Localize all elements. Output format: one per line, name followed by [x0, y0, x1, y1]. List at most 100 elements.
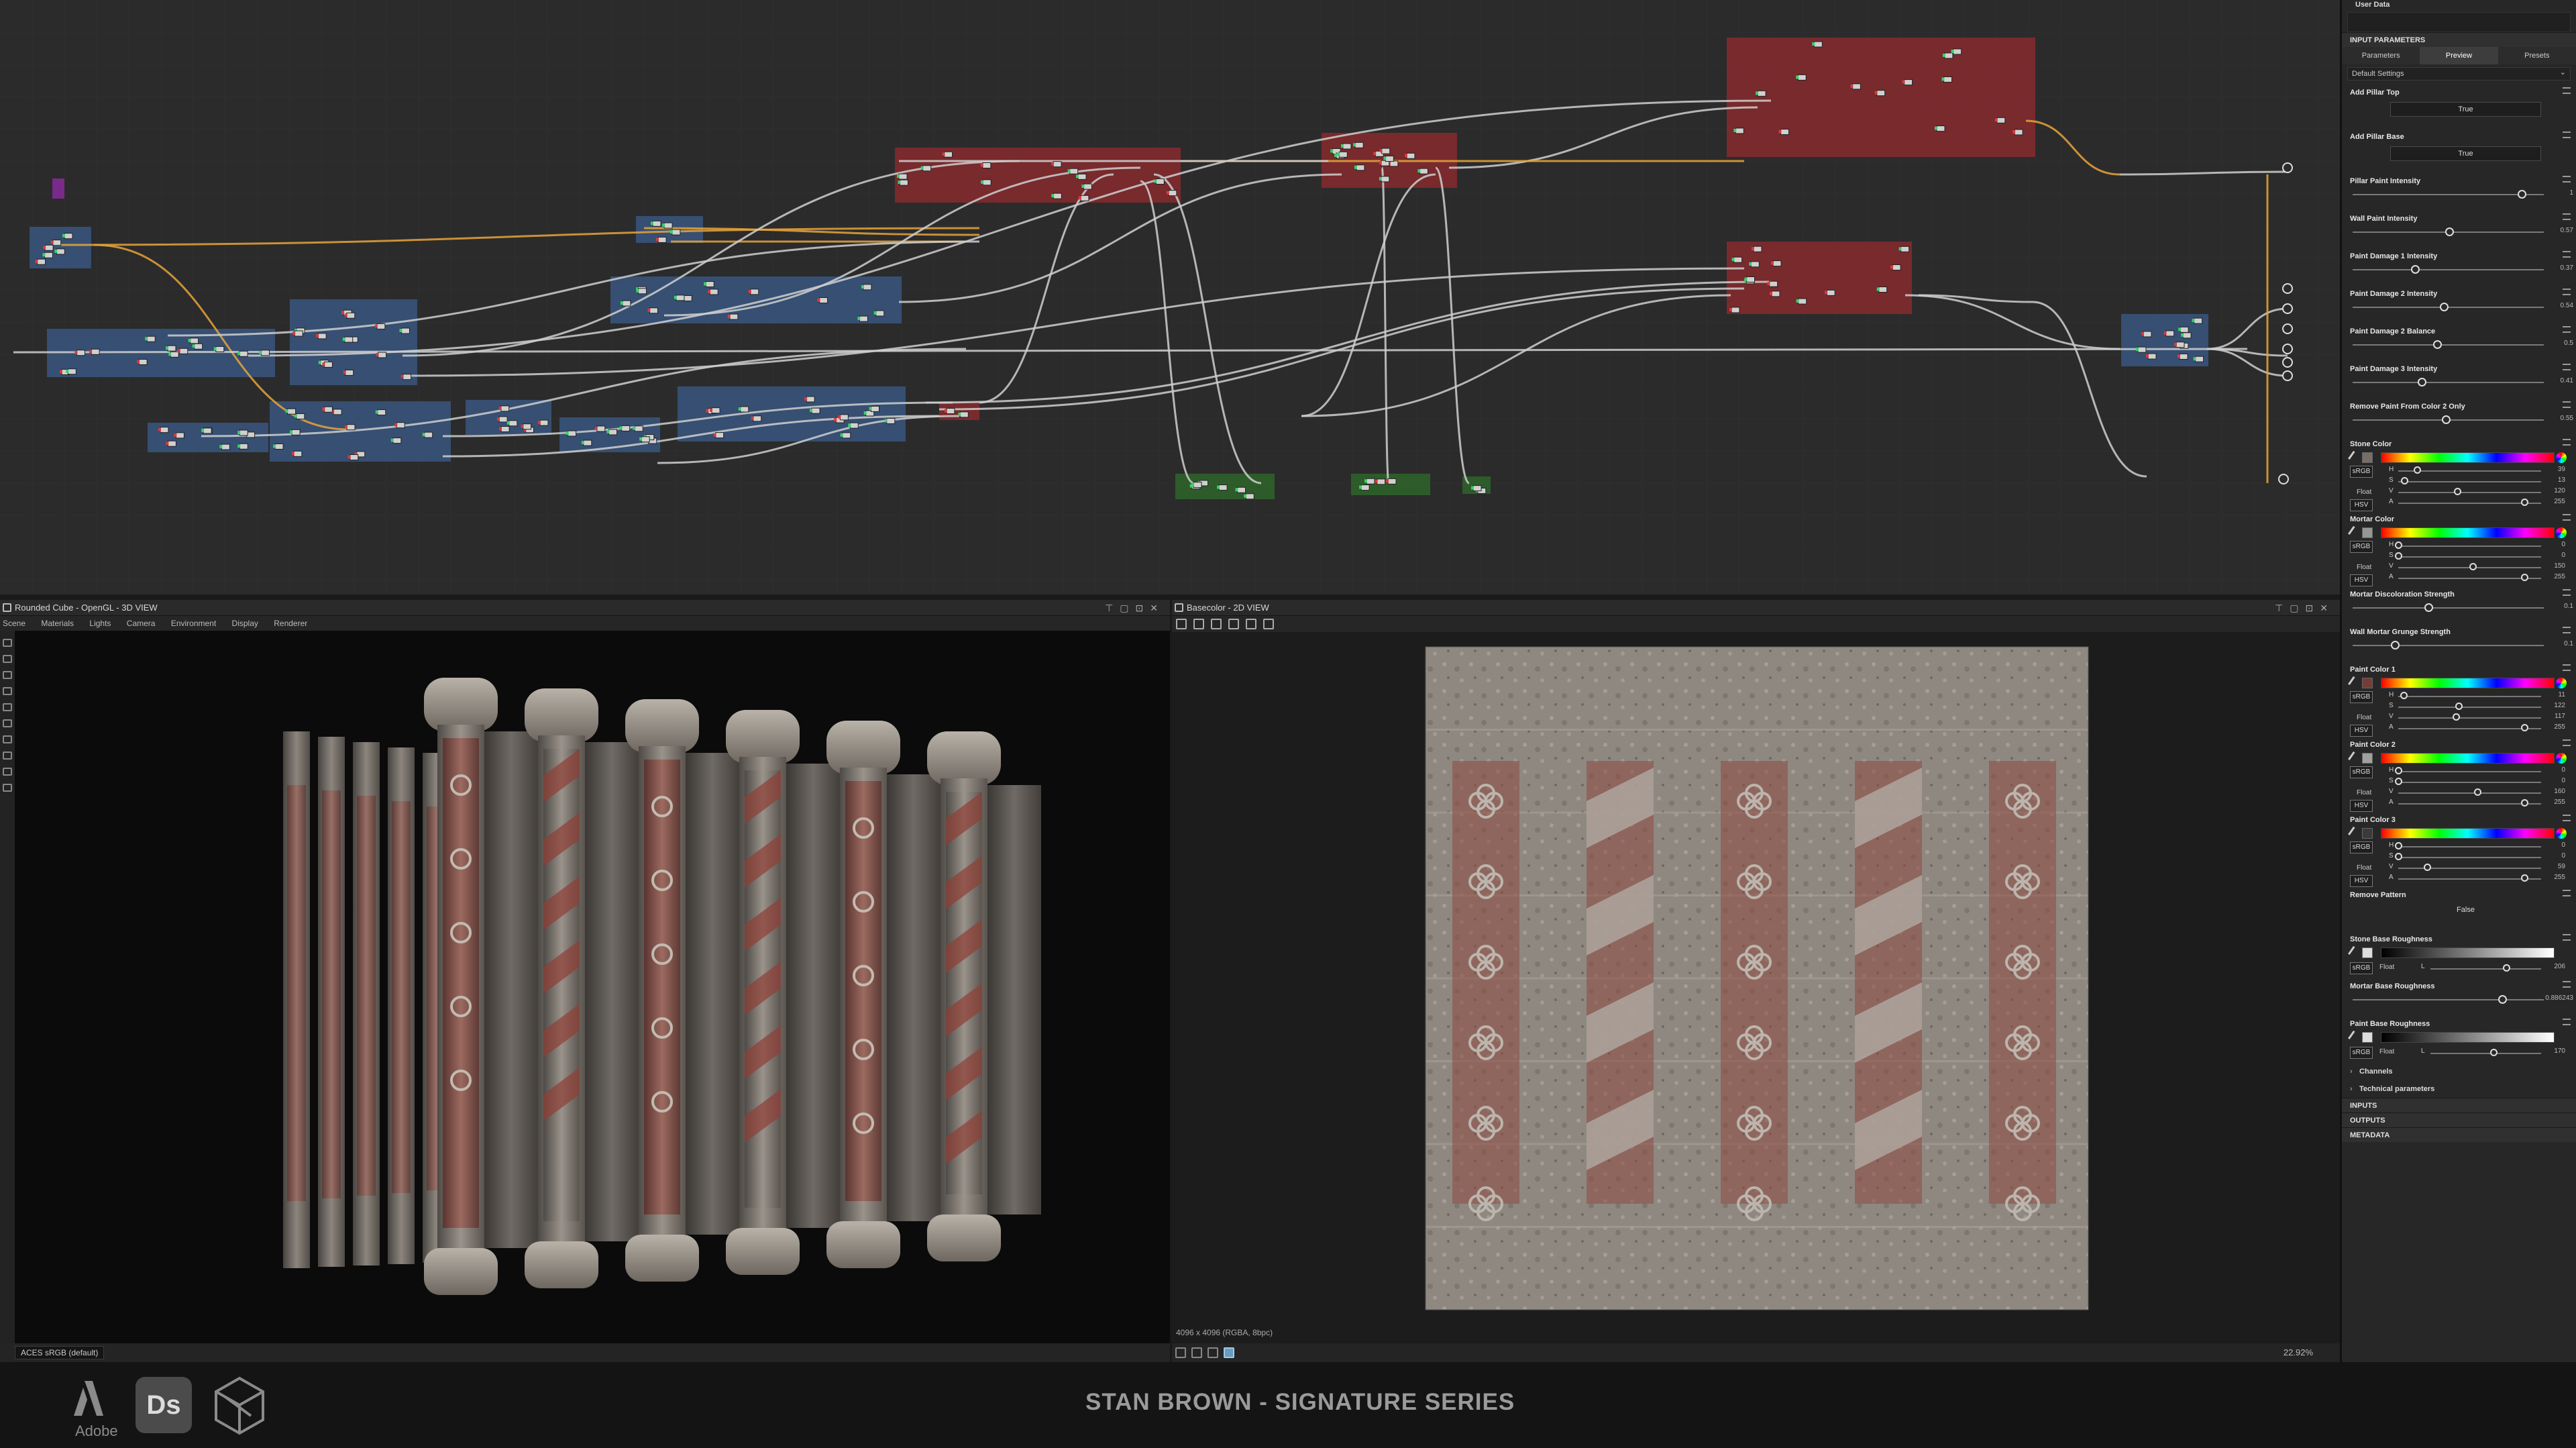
graph-node[interactable] [1943, 76, 1952, 83]
graph-node[interactable] [2176, 342, 2185, 348]
graph-node[interactable] [1780, 129, 1789, 136]
node-port[interactable] [606, 429, 610, 433]
2d-view-window-buttons[interactable]: ⊤▢⊡✕ [2275, 600, 2334, 616]
graph-node[interactable] [1851, 83, 1861, 90]
graph-node[interactable] [52, 240, 62, 246]
group-channels[interactable]: Channels [2342, 1063, 2576, 1080]
srgb-mode-button[interactable]: sRGB [2350, 962, 2373, 974]
graph-node[interactable] [160, 427, 169, 433]
menu-materials[interactable]: Materials [41, 619, 74, 628]
param-menu-icon[interactable] [2563, 981, 2571, 988]
node-port[interactable] [42, 253, 46, 257]
graph-node[interactable] [1053, 193, 1062, 199]
node-graph[interactable] [0, 0, 2340, 594]
graph-node[interactable] [1069, 168, 1079, 174]
node-port[interactable] [394, 423, 398, 427]
graph-node[interactable] [215, 346, 225, 352]
node-port[interactable] [1771, 261, 1774, 265]
graph-node[interactable] [1381, 176, 1390, 183]
input-parameters-header[interactable]: INPUT PARAMETERS [2342, 32, 2576, 47]
graph-node[interactable] [36, 258, 46, 265]
color-wheel-icon[interactable] [2556, 527, 2567, 538]
paint-damage-2-balance-slider[interactable] [2350, 338, 2544, 352]
graph-node[interactable] [67, 368, 76, 375]
graph-node[interactable] [875, 310, 885, 317]
light-tool-icon[interactable] [3, 655, 12, 663]
node-port[interactable] [497, 417, 500, 421]
add-pillar-top-toggle[interactable]: True [2390, 102, 2541, 117]
graph-node[interactable] [323, 406, 333, 413]
output-node[interactable] [2282, 283, 2293, 294]
channel-slider-track[interactable] [2398, 503, 2541, 504]
graph-node[interactable] [523, 423, 532, 430]
node-port[interactable] [1825, 291, 1828, 295]
node-port[interactable] [594, 426, 598, 430]
node-port[interactable] [1769, 291, 1772, 295]
graph-node[interactable] [346, 424, 356, 431]
node-port[interactable] [1337, 152, 1340, 156]
eyedropper-icon[interactable] [2348, 1030, 2360, 1043]
node-port[interactable] [1081, 185, 1085, 189]
node-port[interactable] [1874, 91, 1878, 95]
color-wheel-icon[interactable] [2556, 753, 2567, 764]
menu-environment[interactable]: Environment [171, 619, 216, 628]
node-port[interactable] [817, 298, 820, 302]
graph-node[interactable] [740, 406, 749, 413]
graph-node[interactable] [2165, 330, 2175, 337]
eyedropper-icon[interactable] [2348, 751, 2360, 764]
node-port[interactable] [1379, 149, 1383, 153]
graph-node[interactable] [508, 420, 518, 427]
node-port[interactable] [656, 238, 659, 242]
param-menu-icon[interactable] [2563, 627, 2571, 633]
graph-node[interactable] [2195, 356, 2204, 362]
node-port[interactable] [237, 431, 241, 435]
channel-slider-track[interactable] [2398, 492, 2541, 493]
node-port[interactable] [273, 444, 276, 448]
node-port[interactable] [322, 362, 325, 366]
color-swatch[interactable] [2362, 678, 2373, 688]
node-port[interactable] [537, 421, 541, 425]
node-port[interactable] [751, 416, 754, 420]
graph-node[interactable] [715, 432, 724, 439]
node-port[interactable] [633, 426, 636, 430]
channel-slider-knob[interactable] [2521, 874, 2528, 882]
graph-node[interactable] [1385, 156, 1394, 162]
node-port[interactable] [192, 344, 195, 348]
node-port[interactable] [347, 455, 351, 459]
node-port[interactable] [639, 437, 643, 441]
graph-node[interactable] [296, 413, 305, 420]
graph-node[interactable] [709, 289, 718, 295]
node-port[interactable] [619, 426, 623, 430]
graph-node[interactable] [76, 350, 85, 356]
node-port[interactable] [884, 419, 888, 423]
graph-node[interactable] [1366, 478, 1375, 484]
graph-node[interactable] [1731, 307, 1740, 313]
graph-node[interactable] [944, 151, 953, 158]
node-port[interactable] [651, 221, 654, 225]
channel-slider-knob[interactable] [2453, 713, 2461, 721]
node-port[interactable] [1244, 494, 1247, 498]
node-port[interactable] [709, 408, 712, 412]
node-port[interactable] [1729, 307, 1732, 311]
node-port[interactable] [1235, 488, 1238, 492]
channel-slider-track[interactable] [2398, 803, 2541, 805]
camera-tool-icon[interactable] [3, 639, 12, 647]
graph-node[interactable] [91, 348, 100, 355]
node-port[interactable] [1078, 196, 1081, 200]
node-port[interactable] [662, 223, 665, 227]
3d-view-window-buttons[interactable]: ⊤▢⊡✕ [1105, 600, 1165, 616]
hue-bar[interactable] [2381, 828, 2555, 839]
channel-slider-track[interactable] [2430, 1053, 2541, 1054]
graph-node[interactable] [1771, 291, 1780, 297]
param-menu-icon[interactable] [2563, 934, 2571, 941]
channel-slider-track[interactable] [2398, 771, 2541, 772]
graph-node[interactable] [839, 414, 849, 421]
grid-tool-icon[interactable] [3, 703, 12, 711]
node-port[interactable] [137, 360, 140, 364]
graph-node[interactable] [1218, 484, 1228, 491]
node-port[interactable] [869, 407, 872, 411]
node-port[interactable] [713, 433, 716, 437]
node-port[interactable] [2181, 333, 2184, 337]
node-port[interactable] [375, 410, 378, 414]
output-node[interactable] [2282, 162, 2293, 173]
